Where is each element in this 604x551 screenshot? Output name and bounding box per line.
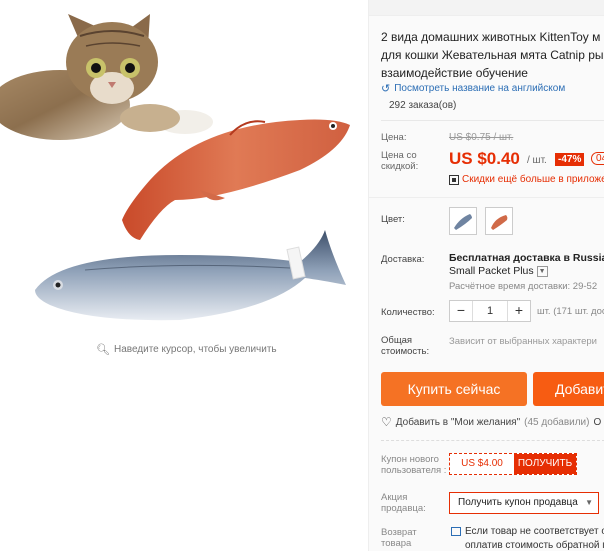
top-strip [369, 0, 604, 16]
new-user-coupon-label: Купон нового пользователя : [381, 454, 447, 476]
product-image-gallery[interactable]: 🔍︎ Наведите курсор, чтобы увеличить [0, 0, 365, 551]
translate-icon: ↺ [381, 83, 391, 95]
product-info-panel: 2 вида домашних животных KittenToy м для… [368, 0, 604, 551]
quantity-minus-button[interactable]: − [450, 301, 472, 321]
app-discount-link[interactable]: Скидки ещё больше в приложе [449, 174, 604, 185]
blue-fish-photo [35, 230, 346, 321]
quantity-stepper: − 1 + [449, 300, 531, 322]
new-user-coupon: US $4.00 ПОЛУЧИТЬ [449, 453, 577, 475]
product-title-line: 2 вида домашних животных KittenToy м [381, 30, 601, 44]
chevron-down-icon: ▼ [585, 498, 593, 507]
heart-icon: ♡ [381, 415, 392, 429]
quantity-plus-button[interactable]: + [508, 301, 530, 321]
add-to-cart-button[interactable]: Добавит [533, 372, 604, 406]
discount-badge: -47% [555, 153, 585, 166]
divider [369, 197, 604, 198]
magnifier-icon: 🔍︎ [96, 344, 110, 356]
translate-title-link[interactable]: ↺ Посмотреть название на английском [381, 82, 565, 95]
zoom-hint: 🔍︎ Наведите курсор, чтобы увеличить [96, 344, 277, 356]
returns-text: Если товар не соответствует о оплатив ст… [465, 526, 604, 551]
wishlist-count: (45 добавили) [524, 416, 590, 428]
price-label: Цена: [381, 132, 407, 143]
countdown-badge: 04 [591, 152, 604, 165]
wishlist-trailing: О [593, 416, 602, 428]
returns-label: Возврат товара [381, 527, 417, 549]
total-label: Общая стоимость: [381, 335, 430, 357]
color-option-blue-fish[interactable] [449, 207, 477, 235]
add-to-wishlist-link[interactable]: ♡ Добавить в "Мои желания" (45 добавили)… [381, 415, 601, 429]
cat-photo [0, 0, 213, 140]
divider [381, 440, 604, 441]
seller-promo-label: Акция продавца: [381, 492, 426, 514]
divider [381, 120, 604, 121]
price-unit: / шт. [527, 155, 547, 166]
old-price: US $0.75 / шт. [449, 132, 514, 143]
returns-icon [451, 527, 461, 536]
shipping-title: Бесплатная доставка в Russian [449, 252, 604, 264]
total-value: Зависит от выбранных характери [449, 336, 597, 347]
blue-fish-thumbnail [454, 214, 472, 230]
quantity-input[interactable]: 1 [472, 301, 508, 321]
orders-count: 292 заказа(ов) [389, 100, 457, 111]
qr-code-icon [449, 174, 459, 185]
seller-coupon-select[interactable]: Получить купон продавца ▼ [449, 492, 599, 514]
shipping-method-select[interactable]: Small Packet Plus ▼ [449, 265, 548, 277]
current-price: US $0.40 [449, 149, 520, 168]
color-label: Цвет: [381, 214, 405, 225]
red-fish-thumbnail [491, 215, 508, 230]
shipping-label: Доставка: [381, 254, 425, 265]
discount-price-label: Цена со скидкой: [381, 150, 419, 172]
delivery-estimate: Расчётное время доставки: 29-52 [449, 281, 598, 292]
buy-now-button[interactable]: Купить сейчас [381, 372, 527, 406]
get-coupon-button[interactable]: ПОЛУЧИТЬ [514, 454, 576, 474]
quantity-available: шт. (171 шт. дос [537, 306, 604, 317]
color-option-red-fish[interactable] [485, 207, 513, 235]
product-image[interactable] [0, 0, 365, 340]
quantity-label: Количество: [381, 307, 435, 318]
product-title-line: для кошки Жевательная мята Catnip ры [381, 48, 604, 62]
product-title-line: взаимодействие обучение [381, 66, 528, 80]
product-title: 2 вида домашних животных KittenToy м для… [381, 28, 604, 82]
coupon-amount: US $4.00 [461, 458, 503, 469]
chevron-down-icon: ▼ [536, 265, 548, 277]
red-fish-photo [122, 119, 350, 240]
